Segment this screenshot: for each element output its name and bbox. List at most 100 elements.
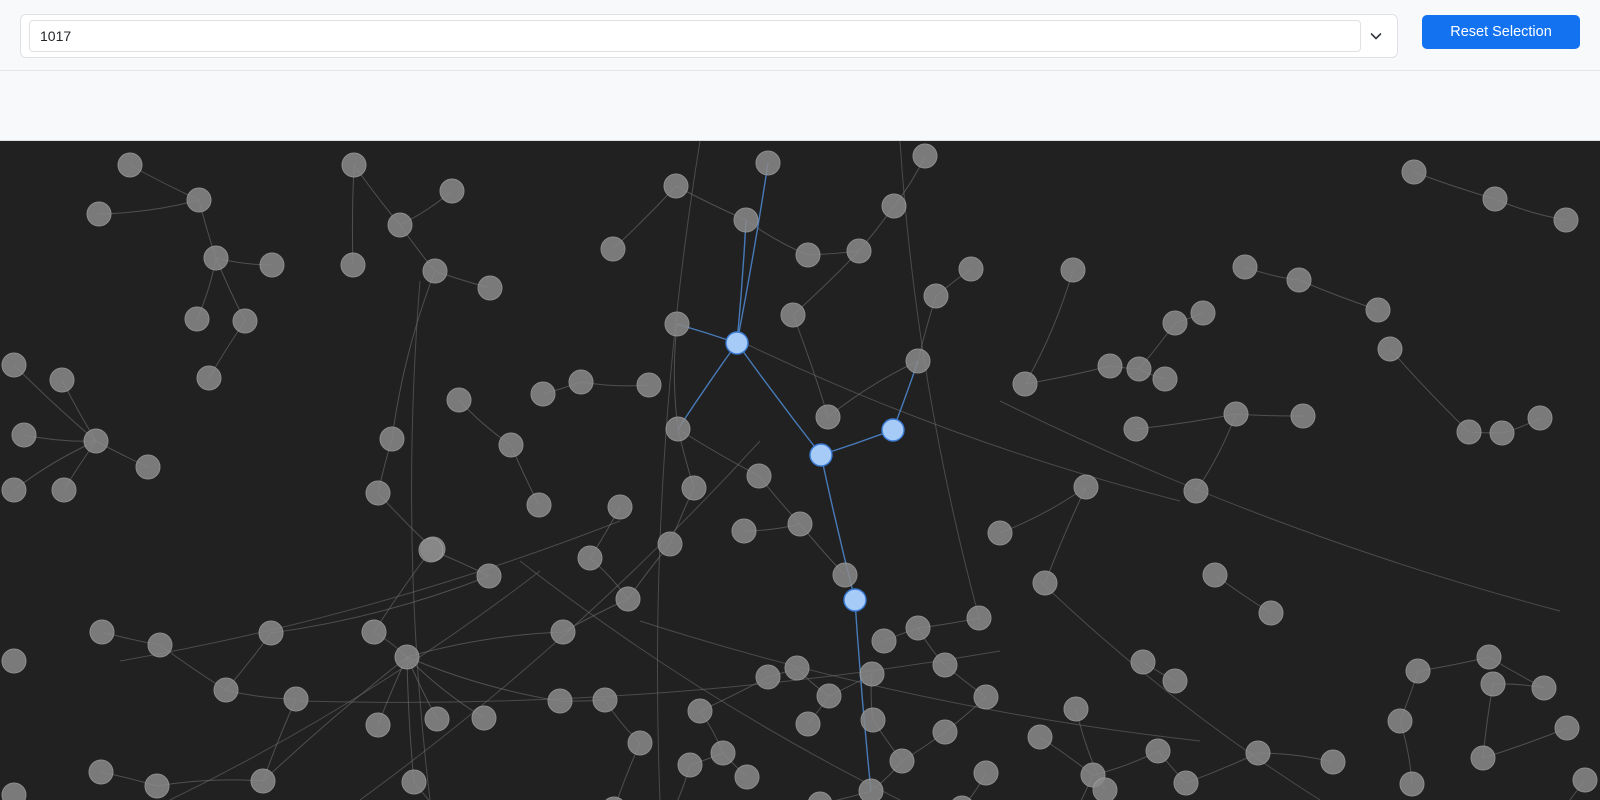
graph-node[interactable] [422,258,448,284]
graph-node[interactable] [664,311,690,337]
graph-node[interactable] [1476,644,1502,670]
graph-node[interactable] [808,791,832,800]
graph-node[interactable] [860,707,886,733]
graph-node-selected[interactable] [809,443,833,467]
graph-node[interactable] [88,759,114,785]
graph-node[interactable] [1527,405,1553,431]
entity-select[interactable]: 1017 [20,14,1398,58]
graph-node[interactable] [394,644,420,670]
graph-node[interactable] [731,518,757,544]
graph-node[interactable] [1,782,27,800]
graph-node[interactable] [1123,416,1149,442]
graph-node[interactable] [550,619,576,645]
graph-node[interactable] [476,563,502,589]
graph-node[interactable] [547,688,573,714]
graph-node[interactable] [1553,207,1579,233]
graph-node[interactable] [418,537,444,563]
graph-node[interactable] [816,683,842,709]
graph-node[interactable] [89,619,115,645]
graph-node[interactable] [734,764,760,790]
graph-node[interactable] [615,586,641,612]
graph-node[interactable] [11,422,37,448]
graph-node[interactable] [1092,777,1118,800]
graph-node[interactable] [1162,668,1188,694]
graph-node[interactable] [1377,336,1403,362]
graph-node[interactable] [1202,562,1228,588]
graph-node[interactable] [1097,353,1123,379]
graph-node[interactable] [1399,771,1425,797]
graph-node[interactable] [1173,770,1199,796]
graph-node[interactable] [905,615,931,641]
graph-node[interactable] [526,492,552,518]
graph-node[interactable] [1126,356,1152,382]
graph-node[interactable] [1405,658,1431,684]
graph-node[interactable] [83,428,109,454]
graph-node[interactable] [530,381,556,407]
graph-node[interactable] [1027,724,1053,750]
graph-node[interactable] [755,150,781,176]
graph-node[interactable] [710,740,736,766]
graph-node[interactable] [1320,749,1346,775]
graph-node[interactable] [340,252,366,278]
graph-node[interactable] [186,187,212,213]
graph-node[interactable] [51,477,77,503]
graph-node[interactable] [1152,366,1178,392]
graph-node[interactable] [780,302,806,328]
graph-node[interactable] [232,308,258,334]
graph-node[interactable] [787,511,813,537]
graph-node[interactable] [665,416,691,442]
graph-node[interactable] [592,687,618,713]
graph-node[interactable] [117,152,143,178]
graph-node[interactable] [687,698,713,724]
graph-node[interactable] [283,686,309,712]
graph-node[interactable] [677,752,703,778]
graph-node[interactable] [1073,474,1099,500]
graph-node[interactable] [815,404,841,430]
graph-node[interactable] [1245,740,1271,766]
graph-node-selected[interactable] [843,588,867,612]
graph-node[interactable] [250,768,276,794]
graph-node[interactable] [1290,403,1316,429]
graph-node[interactable] [1531,675,1557,701]
graph-node[interactable] [387,212,413,238]
graph-node[interactable] [600,236,626,262]
graph-node[interactable] [258,620,284,646]
graph-node[interactable] [365,480,391,506]
graph-node[interactable] [1130,649,1156,675]
graph-node[interactable] [568,369,594,395]
graph-node[interactable] [859,661,885,687]
graph-node[interactable] [577,545,603,571]
graph-node[interactable] [846,238,872,264]
graph-node[interactable] [135,454,161,480]
graph-node[interactable] [1480,671,1506,697]
graph-node[interactable] [795,711,821,737]
graph-node[interactable] [259,252,285,278]
graph-node[interactable] [932,719,958,745]
graph-node[interactable] [446,387,472,413]
graph-node[interactable] [912,143,938,169]
graph-node[interactable] [1401,159,1427,185]
graph-node[interactable] [213,677,239,703]
graph-node[interactable] [477,275,503,301]
graph-node[interactable] [341,152,367,178]
graph-node[interactable] [973,684,999,710]
graph-node[interactable] [663,173,689,199]
graph-node[interactable] [1456,419,1482,445]
graph-node[interactable] [361,619,387,645]
graph-node[interactable] [932,652,958,678]
network-graph-canvas[interactable] [0,141,1600,800]
graph-node[interactable] [795,242,821,268]
graph-node[interactable] [1572,767,1598,793]
graph-node[interactable] [889,748,915,774]
graph-node-selected[interactable] [881,418,905,442]
graph-node[interactable] [144,773,170,799]
graph-node[interactable] [657,531,683,557]
graph-node[interactable] [86,201,112,227]
graph-node[interactable] [424,706,450,732]
graph-node[interactable] [1190,300,1216,326]
graph-node[interactable] [755,664,781,690]
graph-node[interactable] [966,605,992,631]
graph-node[interactable] [184,306,210,332]
graph-node[interactable] [746,463,772,489]
chevron-down-icon[interactable] [1361,21,1391,51]
